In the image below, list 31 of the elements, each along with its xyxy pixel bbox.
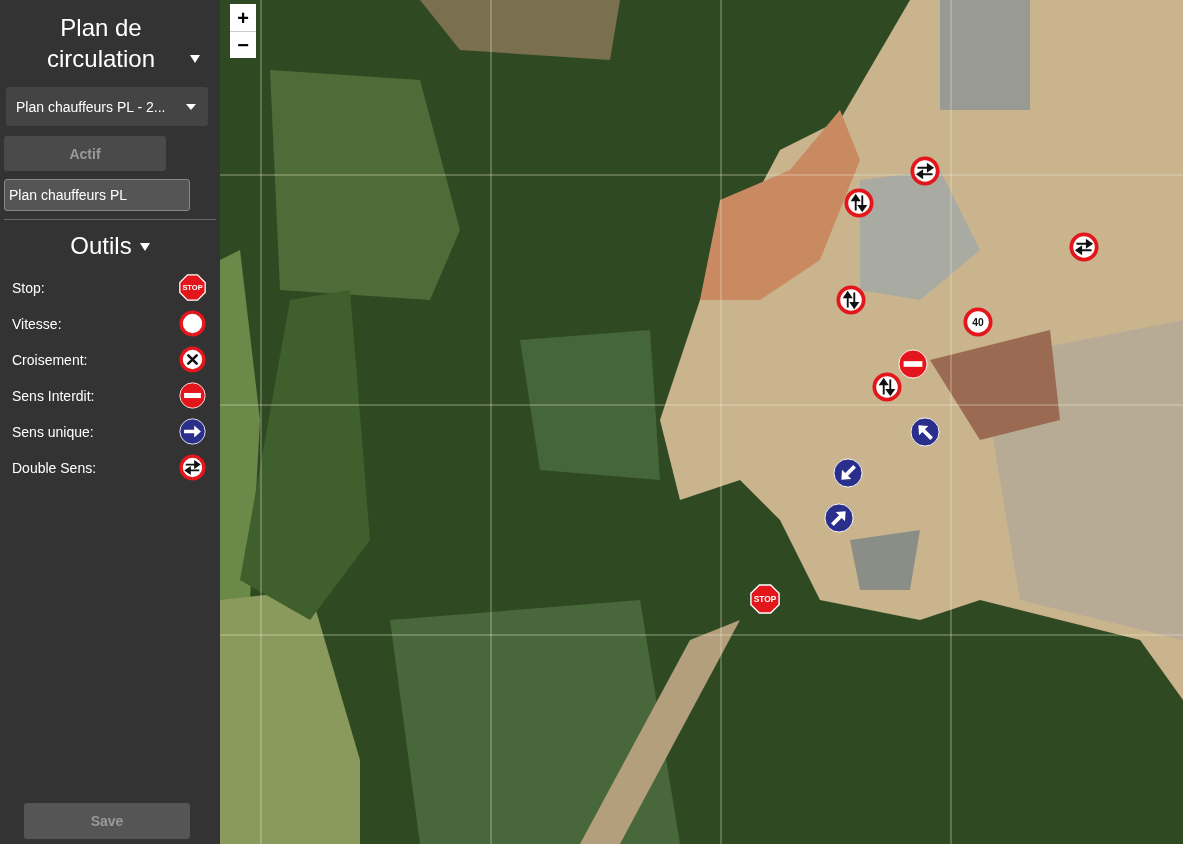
tool-label: Double Sens: [12, 459, 97, 476]
tool-label: Croisement: [12, 351, 88, 368]
plan-dropdown[interactable]: Plan chauffeurs PL - 2... [6, 87, 208, 126]
tool-label: Sens Interdit: [12, 387, 95, 404]
one-way-arrow-sign-icon[interactable] [910, 417, 940, 447]
one-way-arrow-sign-icon[interactable] [824, 503, 854, 533]
tool-label: Sens unique: [12, 423, 94, 440]
zoom-out-button[interactable]: − [230, 31, 256, 58]
caret-icon [190, 55, 200, 63]
speed-limit-sign-icon[interactable]: 40 [963, 307, 993, 337]
plan-name-field[interactable]: Plan chauffeurs PL [4, 179, 190, 211]
stop-sign-icon[interactable]: STOP [750, 584, 780, 614]
panel-title[interactable]: Plan de circulation [20, 12, 182, 74]
two-way-sign-icon[interactable] [179, 454, 206, 481]
speed-limit-sign-icon[interactable] [179, 310, 206, 337]
dropdown-value: Plan chauffeurs PL - 2... [16, 98, 166, 115]
one-way-arrow-sign-icon[interactable] [179, 418, 206, 445]
caret-icon [139, 243, 150, 251]
no-entry-sign-icon[interactable] [179, 382, 206, 409]
tool-label: Stop: [12, 279, 45, 296]
crossing-sign-icon[interactable] [179, 346, 206, 373]
two-way-sign-icon[interactable] [1069, 232, 1099, 262]
one-way-arrow-sign-icon[interactable] [833, 458, 863, 488]
tools-title[interactable]: Outils [70, 230, 132, 262]
stop-sign-icon[interactable]: STOP [179, 274, 206, 301]
tool-label: Vitesse: [12, 315, 62, 332]
two-way-sign-icon[interactable] [844, 188, 874, 218]
two-way-sign-icon[interactable] [910, 156, 940, 186]
two-way-sign-icon[interactable] [836, 285, 866, 315]
two-way-sign-icon[interactable] [872, 372, 902, 402]
caret-icon [186, 103, 196, 110]
